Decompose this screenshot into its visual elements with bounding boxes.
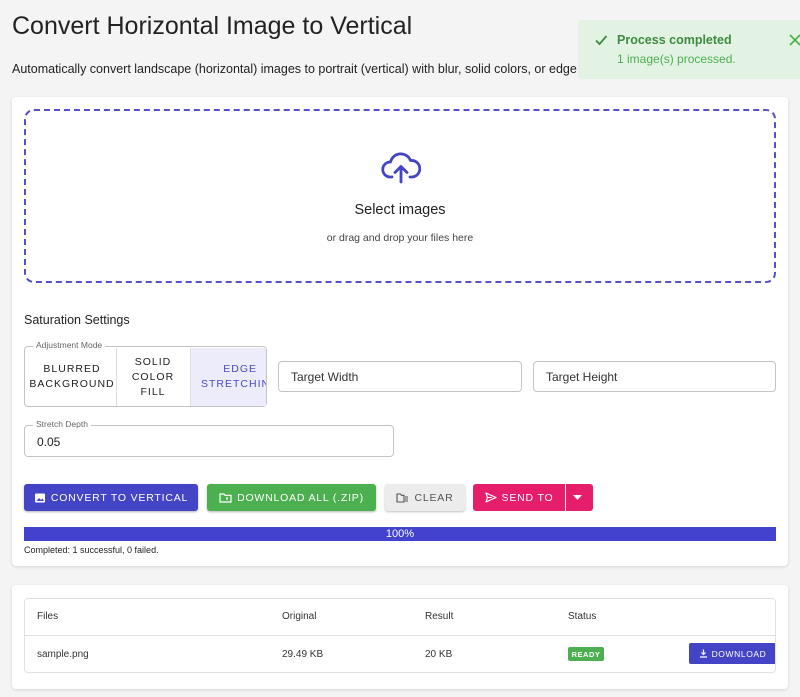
dropzone-subtitle: or drag and drop your files here	[326, 232, 474, 244]
progress-label: 100%	[385, 528, 415, 540]
mode-label: SOLID	[134, 355, 172, 368]
file-dropzone[interactable]: Select images or drag and drop your file…	[24, 109, 776, 283]
stretch-depth-value: 0.05	[37, 435, 61, 449]
column-header: Original	[282, 611, 317, 622]
mode-edge-stretching[interactable]: EDGE STRETCHING	[190, 348, 266, 406]
send-icon	[484, 492, 497, 503]
clear-label: CLEAR	[414, 491, 454, 504]
clear-button[interactable]: CLEAR	[385, 484, 465, 511]
caret-down-icon	[572, 495, 582, 500]
download-all-label: DOWNLOAD ALL (.ZIP)	[237, 491, 364, 504]
original-size: 29.49 KB	[282, 649, 324, 660]
mode-label: EDGE	[223, 363, 257, 375]
progress-bar: 100%	[24, 527, 776, 541]
clear-icon	[396, 493, 409, 503]
column-header: Result	[425, 611, 454, 622]
page-description: Automatically convert landscape (horizon…	[12, 62, 578, 76]
mode-label: STRETCHING	[201, 378, 266, 390]
mode-label: FILL	[140, 385, 166, 398]
cloud-upload-icon	[381, 152, 421, 184]
completion-status: Completed: 1 successful, 0 failed.	[24, 545, 159, 555]
results-table: Files Original Result Status sample.png …	[24, 598, 776, 673]
mode-label: BLURRED	[43, 363, 101, 375]
send-to-button[interactable]: SEND TO	[473, 484, 565, 511]
mode-label: COLOR	[131, 370, 175, 383]
target-width-input[interactable]: Target Width	[278, 361, 522, 392]
close-icon[interactable]	[788, 33, 800, 47]
success-toast: Process completed 1 image(s) processed.	[578, 20, 800, 79]
send-to-menu-button[interactable]	[566, 484, 593, 511]
divider	[25, 635, 775, 636]
convert-button[interactable]: CONVERT TO VERTICAL	[24, 484, 198, 511]
toast-title: Process completed	[617, 33, 732, 47]
download-label: DOWNLOAD	[711, 648, 767, 659]
stretch-depth-field[interactable]: Stretch Depth 0.05	[24, 419, 394, 457]
status-badge: READY	[568, 647, 604, 661]
mode-blurred-background[interactable]: BLURRED BACKGROUND	[29, 348, 115, 406]
send-to-label: SEND TO	[501, 491, 554, 504]
page-title: Convert Horizontal Image to Vertical	[12, 12, 413, 40]
convert-label: CONVERT TO VERTICAL	[50, 491, 189, 504]
mode-label: BACKGROUND	[29, 378, 115, 390]
target-height-input[interactable]: Target Height	[533, 361, 776, 392]
column-header: Status	[568, 611, 597, 622]
download-icon	[699, 649, 707, 658]
section-title: Saturation Settings	[24, 313, 130, 327]
adjustment-mode-group: Adjustment Mode BLURRED BACKGROUND SOLID C…	[24, 340, 267, 407]
download-button[interactable]: DOWNLOAD	[689, 643, 775, 664]
toast-message: 1 image(s) processed.	[617, 52, 736, 66]
download-all-button[interactable]: DOWNLOAD ALL (.ZIP)	[207, 484, 376, 511]
dropzone-title: Select images	[354, 202, 446, 218]
result-size: 20 KB	[425, 649, 453, 660]
image-icon	[34, 493, 45, 502]
column-header: Files	[37, 611, 59, 622]
depth-legend: Stretch Depth	[33, 419, 91, 429]
check-icon	[595, 35, 608, 46]
mode-solid-color-fill[interactable]: SOLID COLOR FILL	[116, 348, 189, 406]
file-name: sample.png	[37, 649, 89, 660]
folder-zip-icon	[219, 493, 232, 503]
